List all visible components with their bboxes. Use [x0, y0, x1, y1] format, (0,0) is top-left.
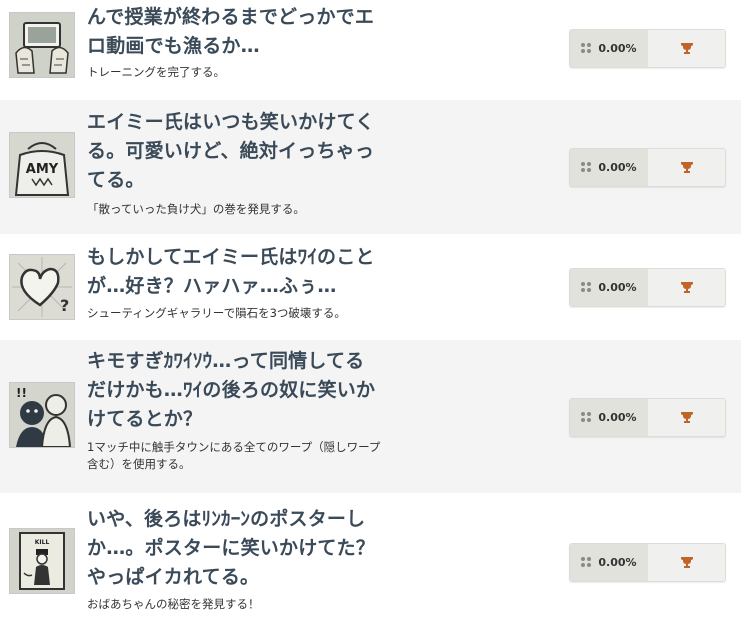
dots-icon — [581, 43, 592, 54]
svg-text:!!: !! — [16, 386, 27, 400]
svg-text:?: ? — [60, 296, 69, 315]
phone-hands-icon — [9, 12, 75, 78]
unlock-percentage: 0.00% — [570, 269, 648, 306]
achievement-row: ? もしかしてエイミー氏はﾜｲのことが…好き？ハァハァ…ふぅ… シューティングギ… — [0, 234, 741, 340]
achievement-stat: 0.00% — [569, 29, 726, 68]
heart-question-icon: ? — [9, 254, 75, 320]
achievement-stat: 0.00% — [569, 543, 726, 582]
dots-icon — [581, 162, 592, 173]
svg-text:KILL: KILL — [35, 539, 50, 546]
shadow-figure-icon: !! — [9, 382, 75, 448]
amy-bag-icon: AMY — [9, 132, 75, 198]
unlock-percentage: 0.00% — [570, 399, 648, 436]
achievement-stat: 0.00% — [569, 148, 726, 187]
achievement-row: んで授業が終わるまでどっかでエロ動画でも漁るか… トレーニングを完了する。 0.… — [0, 0, 741, 100]
achievement-row: !! キモすぎｶﾜｲｿｳ…って同情してるだけかも…ﾜｲの後ろの奴に笑いかけてると… — [0, 340, 741, 493]
achievement-description: トレーニングを完了する。 — [87, 65, 225, 79]
unlock-percentage: 0.00% — [570, 30, 648, 67]
dots-icon — [581, 557, 592, 568]
achievement-row: AMY エイミー氏はいつも笑いかけてくる。可愛いけど、絶対イっちゃってる。 「散… — [0, 100, 741, 234]
achievement-description: 1マッチ中に触手タウンにある全てのワープ（隠しワープ含む）を使用する。 — [87, 440, 381, 471]
achievement-title: キモすぎｶﾜｲｿｳ…って同情してるだけかも…ﾜｲの後ろの奴に笑いかけてるとか？ — [87, 350, 376, 430]
achievement-description: シューティングギャラリーで隕石を3つ破壊する。 — [87, 306, 346, 320]
trophy-icon — [648, 269, 725, 306]
dots-icon — [581, 282, 592, 293]
achievement-description: 「散っていった負け犬」の巻を発見する。 — [87, 202, 305, 216]
achievement-description: おばあちゃんの秘密を発見する！ — [87, 597, 260, 611]
unlock-percentage: 0.00% — [570, 544, 648, 581]
achievement-title: エイミー氏はいつも笑いかけてくる。可愛いけど、絶対イっちゃってる。 — [87, 111, 375, 191]
trophy-icon — [648, 30, 725, 67]
achievement-stat: 0.00% — [569, 398, 726, 437]
kill-poster-icon: KILL — [9, 528, 75, 594]
unlock-percentage: 0.00% — [570, 149, 648, 186]
trophy-icon — [648, 149, 725, 186]
achievement-title: んで授業が終わるまでどっかでエロ動画でも漁るか… — [87, 6, 375, 57]
dots-icon — [581, 412, 592, 423]
achievement-title: いや、後ろはﾘﾝｶｰﾝのポスターしか…。ポスターに笑いかけてた？やっぱイカれてる… — [87, 508, 376, 588]
trophy-icon — [648, 544, 725, 581]
trophy-icon — [648, 399, 725, 436]
achievement-stat: 0.00% — [569, 268, 726, 307]
achievement-row: KILL いや、後ろはﾘﾝｶｰﾝのポスターしか…。ポスターに笑いかけてた？やっぱ… — [0, 493, 741, 632]
achievement-title: もしかしてエイミー氏はﾜｲのことが…好き？ハァハァ…ふぅ… — [87, 246, 375, 297]
achievement-list: んで授業が終わるまでどっかでエロ動画でも漁るか… トレーニングを完了する。 0.… — [0, 0, 741, 632]
svg-text:AMY: AMY — [26, 162, 59, 177]
